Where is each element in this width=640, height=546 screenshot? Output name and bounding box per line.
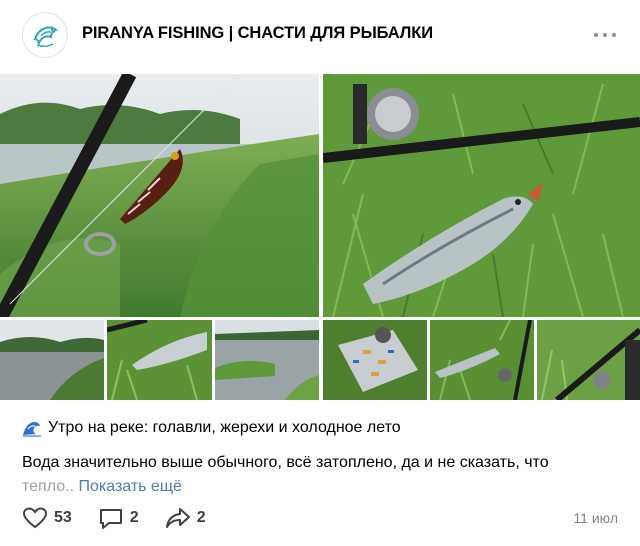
post-text: Вода значительно выше обычного, всё зато… [22,451,622,499]
share-count: 2 [196,509,206,526]
like-button[interactable]: 53 [22,506,72,530]
post-actions: 53 2 2 [22,506,232,530]
show-more-link[interactable]: Показать ещё [78,478,181,495]
heart-icon [22,507,48,529]
comment-count: 2 [129,509,139,526]
more-dots-icon[interactable] [594,26,616,44]
post-text-main: Вода значительно выше обычного, всё зато… [22,454,549,471]
fish-logo-icon [33,26,58,48]
photo-river-view[interactable] [0,320,104,400]
photo-fish-and-reel[interactable] [323,74,640,317]
share-button[interactable]: 2 [165,506,206,530]
post-card: PIRANYA FISHING | СНАСТИ ДЛЯ РЫБАЛКИ Утр… [0,0,640,546]
photo-fish-closeup[interactable] [107,320,212,400]
photo-fish-on-grass[interactable] [430,320,534,400]
comment-icon [99,509,122,529]
post-text-fade: тепло.. [22,478,75,495]
wave-icon [23,422,41,437]
share-icon [165,508,190,528]
post-header: PIRANYA FISHING | СНАСТИ ДЛЯ РЫБАЛКИ [0,0,640,72]
photo-flooded-grass[interactable] [215,320,319,400]
photo-lure-on-rod[interactable] [0,74,319,317]
community-name[interactable]: PIRANYA FISHING | СНАСТИ ДЛЯ РЫБАЛКИ [82,24,433,43]
comment-button[interactable]: 2 [98,506,139,530]
headline-text: Утро на реке: голавли, жерехи и холодное… [48,419,401,436]
photo-tackle-box[interactable] [323,320,427,400]
photo-rod-and-reel[interactable] [537,320,640,400]
community-avatar[interactable] [22,12,68,58]
like-count: 53 [54,509,72,526]
post-headline: Утро на реке: голавли, жерехи и холодное… [22,419,401,437]
post-date[interactable]: 11 июл [573,510,618,526]
